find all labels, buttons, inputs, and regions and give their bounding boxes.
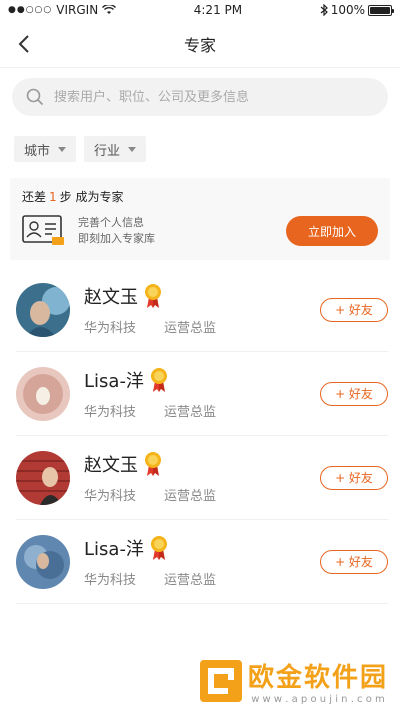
back-button[interactable] <box>12 32 36 56</box>
search-box[interactable] <box>12 78 388 116</box>
battery-icon <box>368 4 394 16</box>
list-item[interactable]: 赵文玉 华为科技 运营总监 + 好友 <box>16 268 388 352</box>
avatar <box>16 450 70 505</box>
promo-title: 还差 1 步 成为专家 <box>22 188 378 205</box>
medal-icon <box>145 452 161 476</box>
watermark-logo-icon <box>199 660 242 702</box>
expert-meta: 华为科技 运营总监 <box>84 401 320 420</box>
expert-info: Lisa-洋 华为科技 运营总监 <box>84 535 320 588</box>
filter-city[interactable]: 城市 <box>14 136 77 162</box>
filter-industry-label: 行业 <box>94 143 121 159</box>
add-friend-button[interactable]: + 好友 <box>320 297 388 322</box>
medal-icon <box>150 536 167 560</box>
battery-fill <box>370 6 390 14</box>
search-section <box>0 68 400 116</box>
name-line: 赵文玉 <box>84 283 320 309</box>
avatar <box>16 534 70 589</box>
expert-company: 华为科技 <box>84 405 137 420</box>
expert-title: 运营总监 <box>164 321 217 336</box>
expert-name: Lisa-洋 <box>84 371 144 392</box>
expert-meta: 华为科技 运营总监 <box>84 485 320 504</box>
watermark-text-wrap: 欧金软件园 w w w . a p o u j i n . c o m <box>248 657 388 705</box>
watermark-url: w w w . a p o u j i n . c o m <box>251 694 385 705</box>
add-friend-button[interactable]: + 好友 <box>320 465 388 490</box>
add-friend-button[interactable]: + 好友 <box>320 381 388 406</box>
filter-bar: 城市 行业 <box>0 116 400 162</box>
promo-title-prefix: 还差 <box>22 190 47 204</box>
add-friend-button[interactable]: + 好友 <box>320 549 388 574</box>
filter-industry[interactable]: 行业 <box>84 136 147 162</box>
signal-icon: ●●○○○ <box>8 5 53 15</box>
status-bar: ●●○○○ VIRGIN 4:21 PM 100% <box>0 0 400 20</box>
watermark-text: 欧金软件园 <box>247 663 388 693</box>
chevron-left-icon <box>18 35 29 53</box>
expert-company: 华为科技 <box>84 321 137 336</box>
promo-line-2: 即刻加入专家库 <box>78 232 155 245</box>
expert-title: 运营总监 <box>164 573 217 588</box>
battery-text: 100% <box>330 3 365 17</box>
id-card-icon <box>22 215 64 245</box>
expert-promo-card: 还差 1 步 成为专家 完善个人信息 即刻加入专家库 立即加入 <box>10 178 390 260</box>
status-time: 4:21 PM <box>193 3 243 17</box>
avatar <box>16 282 70 337</box>
list-item[interactable]: 赵文玉 华为科技 运营总监 + 好友 <box>16 436 388 520</box>
caret-down-icon <box>128 146 137 152</box>
promo-title-suffix: 步 成为专家 <box>59 190 124 204</box>
expert-meta: 华为科技 运营总监 <box>84 569 320 588</box>
nav-bar: 专家 <box>0 20 400 68</box>
expert-info: Lisa-洋 华为科技 运营总监 <box>84 367 320 420</box>
name-line: 赵文玉 <box>84 451 320 477</box>
expert-info: 赵文玉 华为科技 运营总监 <box>84 451 320 504</box>
expert-name: 赵文玉 <box>84 455 138 476</box>
promo-line-1: 完善个人信息 <box>78 216 144 229</box>
promo-step-count: 1 <box>49 190 57 204</box>
status-left: ●●○○○ VIRGIN <box>8 3 117 17</box>
promo-body: 完善个人信息 即刻加入专家库 立即加入 <box>22 215 378 247</box>
promo-text: 完善个人信息 即刻加入专家库 <box>78 215 286 247</box>
bluetooth-icon <box>320 4 328 16</box>
name-line: Lisa-洋 <box>84 535 320 561</box>
list-item[interactable]: Lisa-洋 华为科技 运营总监 + 好友 <box>16 520 388 604</box>
filter-city-label: 城市 <box>24 143 51 159</box>
avatar <box>16 366 70 421</box>
expert-name: 赵文玉 <box>84 287 138 308</box>
expert-list: 赵文玉 华为科技 运营总监 + 好友 Lisa-洋 华为科技 运营总监 + 好友… <box>0 268 400 604</box>
status-right: 100% <box>320 3 394 17</box>
expert-company: 华为科技 <box>84 489 137 504</box>
caret-down-icon <box>58 146 67 152</box>
medal-icon <box>145 284 161 308</box>
carrier: VIRGIN <box>56 3 99 17</box>
expert-info: 赵文玉 华为科技 运营总监 <box>84 283 320 336</box>
search-input[interactable] <box>54 89 354 105</box>
expert-company: 华为科技 <box>84 573 137 588</box>
list-item[interactable]: Lisa-洋 华为科技 运营总监 + 好友 <box>16 352 388 436</box>
medal-icon <box>150 368 167 392</box>
join-now-button[interactable]: 立即加入 <box>286 216 378 246</box>
expert-title: 运营总监 <box>164 405 217 420</box>
search-icon <box>26 88 44 106</box>
expert-meta: 华为科技 运营总监 <box>84 317 320 336</box>
watermark: 欧金软件园 w w w . a p o u j i n . c o m <box>199 657 388 705</box>
page-title: 专家 <box>183 35 216 55</box>
expert-title: 运营总监 <box>164 489 217 504</box>
expert-name: Lisa-洋 <box>84 539 144 560</box>
name-line: Lisa-洋 <box>84 367 320 393</box>
wifi-icon <box>102 5 117 14</box>
